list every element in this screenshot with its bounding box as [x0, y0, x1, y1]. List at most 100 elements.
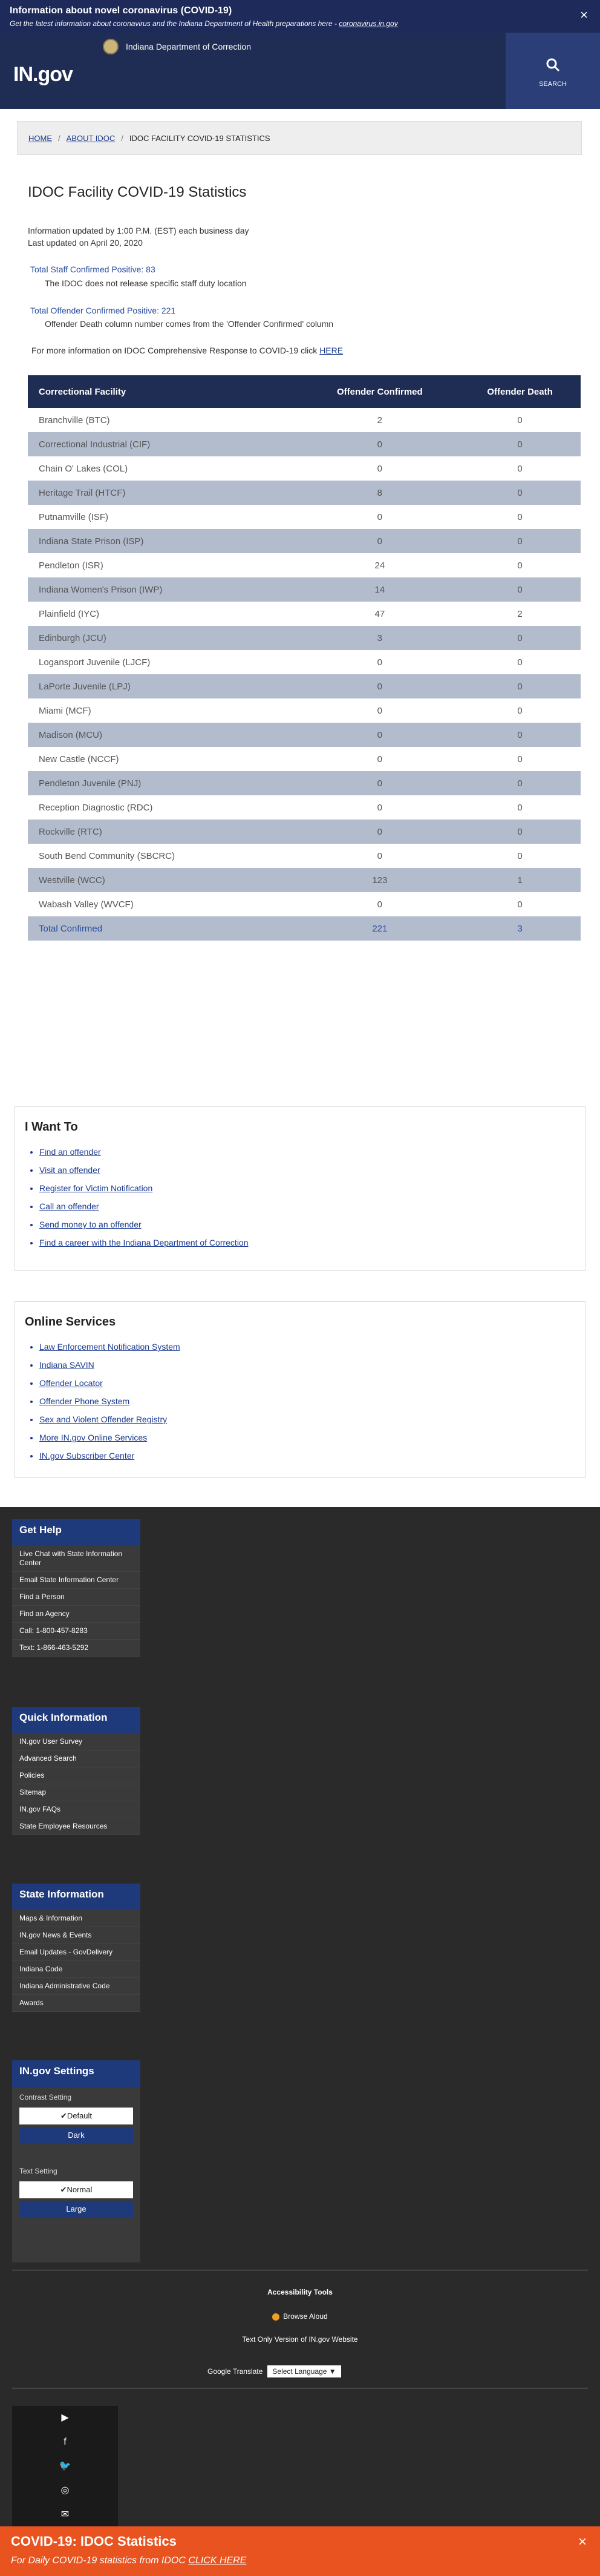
email-icon[interactable]: ✉ [12, 2503, 118, 2527]
footer-link[interactable]: Maps & Information [12, 1910, 140, 1927]
footer-link[interactable]: Email State Information Center [12, 1572, 140, 1589]
table-row: Heritage Trail (HTCF) 8 0 [28, 481, 581, 505]
online-service-link[interactable]: IN.gov Subscriber Center [39, 1451, 134, 1460]
offender-confirmed: 14 [300, 577, 460, 602]
text-only-link[interactable]: Text Only Version of IN.gov Website [0, 2335, 600, 2344]
close-icon[interactable]: × [578, 2534, 587, 2551]
facility-name: Branchville (BTC) [28, 408, 301, 432]
alert-link[interactable]: coronavirus.in.gov [339, 19, 397, 28]
contrast-default-button[interactable]: ✔Default [19, 2108, 133, 2124]
table-row: Plainfield (IYC) 47 2 [28, 602, 581, 626]
i-want-to-link[interactable]: Find an offender [39, 1147, 101, 1157]
footer-link[interactable]: Email Updates - GovDelivery [12, 1944, 140, 1961]
footer-link[interactable]: Indiana Code [12, 1961, 140, 1978]
total-cell: Total Confirmed [28, 916, 301, 941]
accessibility-title: Accessibility Tools [267, 2288, 333, 2296]
instagram-icon[interactable]: ◎ [12, 2479, 118, 2503]
contrast-dark-button[interactable]: Dark [19, 2127, 133, 2144]
banner-link[interactable]: CLICK HERE [188, 2555, 246, 2566]
list-item: Send money to an offender [39, 1215, 575, 1234]
list-item: Find a career with the Indiana Departmen… [39, 1234, 575, 1252]
footer-link[interactable]: State Employee Resources [12, 1818, 140, 1835]
online-service-link[interactable]: Indiana SAVIN [39, 1360, 94, 1370]
i-want-to-link[interactable]: Send money to an offender [39, 1220, 142, 1229]
card-title: Online Services [25, 1315, 116, 1329]
staff-note: The IDOC does not release specific staff… [45, 278, 247, 288]
youtube-icon[interactable]: ▶ [12, 2406, 118, 2430]
language-select[interactable]: Select Language ▼ [267, 2365, 341, 2377]
close-icon[interactable]: × [580, 7, 588, 23]
offender-death: 0 [459, 795, 581, 820]
table-row: Putnamville (ISF) 0 0 [28, 505, 581, 529]
table-row: South Bend Community (SBCRC) 0 0 [28, 844, 581, 868]
footer-link[interactable]: Advanced Search [12, 1750, 140, 1767]
online-service-link[interactable]: Offender Locator [39, 1378, 103, 1388]
settings-section: IN.gov Settings Contrast Setting ✔Defaul… [12, 2060, 140, 2262]
offender-death: 0 [459, 747, 581, 771]
facility-name: South Bend Community (SBCRC) [28, 844, 301, 868]
online-service-link[interactable]: Sex and Violent Offender Registry [39, 1414, 167, 1424]
offender-confirmed: 0 [300, 674, 460, 698]
offender-confirmed: 0 [300, 529, 460, 553]
online-service-link[interactable]: Law Enforcement Notification System [39, 1342, 180, 1352]
text-large-button[interactable]: Large [19, 2201, 133, 2218]
facebook-icon[interactable]: f [12, 2430, 118, 2454]
browse-aloud-link[interactable]: Browse Aloud [0, 2312, 600, 2321]
column-header: Offender Death [459, 375, 581, 408]
i-want-to-link[interactable]: Find a career with the Indiana Departmen… [39, 1238, 249, 1247]
offender-confirmed: 0 [300, 747, 460, 771]
footer-link[interactable]: Indiana Administrative Code [12, 1978, 140, 1995]
twitter-icon[interactable]: 🐦 [12, 2454, 118, 2479]
online-service-link[interactable]: More IN.gov Online Services [39, 1433, 147, 1442]
facility-name: Madison (MCU) [28, 723, 301, 747]
facility-name: Westville (WCC) [28, 868, 301, 892]
offender-confirmed: 0 [300, 820, 460, 844]
footer-link[interactable]: Sitemap [12, 1784, 140, 1801]
text-normal-button[interactable]: ✔Normal [19, 2181, 133, 2198]
breadcrumb: HOME / ABOUT IDOC / IDOC FACILITY COVID-… [17, 121, 582, 155]
ingov-logo[interactable]: IN.gov [13, 63, 73, 87]
offender-confirmed: 2 [300, 408, 460, 432]
facility-name: Rockville (RTC) [28, 820, 301, 844]
more-info-link[interactable]: HERE [319, 346, 343, 355]
online-service-link[interactable]: Offender Phone System [39, 1396, 129, 1406]
agency-name[interactable]: Indiana Department of Correction [103, 39, 251, 54]
list-item: More IN.gov Online Services [39, 1428, 575, 1447]
footer-link[interactable]: Live Chat with State Information Center [12, 1546, 140, 1572]
facility-name: LaPorte Juvenile (LPJ) [28, 674, 301, 698]
footer-link[interactable]: IN.gov FAQs [12, 1801, 140, 1818]
footer-link[interactable]: Text: 1-866-463-5292 [12, 1640, 140, 1657]
search-button[interactable]: SEARCH [506, 33, 600, 109]
breadcrumb-about[interactable]: ABOUT IDOC [67, 134, 116, 143]
footer-link[interactable]: Find a Person [12, 1589, 140, 1606]
more-info: For more information on IDOC Comprehensi… [31, 346, 344, 355]
footer-link[interactable]: Policies [12, 1767, 140, 1784]
i-want-to-link[interactable]: Register for Victim Notification [39, 1183, 152, 1193]
list-item: Find an offender [39, 1143, 575, 1161]
covid-alert-banner: Information about novel coronavirus (COV… [0, 0, 600, 33]
list-item: IN.gov Subscriber Center [39, 1447, 575, 1465]
facility-name: Pendleton Juvenile (PNJ) [28, 771, 301, 795]
footer-link[interactable]: Call: 1-800-457-8283 [12, 1623, 140, 1640]
i-want-to-link[interactable]: Call an offender [39, 1201, 99, 1211]
browse-aloud-icon [272, 2313, 280, 2321]
table-row: Chain O' Lakes (COL) 0 0 [28, 456, 581, 481]
facility-name: Indiana State Prison (ISP) [28, 529, 301, 553]
i-want-to-list: Find an offender Visit an offender Registe… [25, 1143, 575, 1252]
offender-death: 0 [459, 723, 581, 747]
table-row: Pendleton (ISR) 24 0 [28, 553, 581, 577]
offender-confirmed: 0 [300, 432, 460, 456]
social-links: ▶ f 🐦 ◎ ✉ [12, 2406, 118, 2527]
table-row: LaPorte Juvenile (LPJ) 0 0 [28, 674, 581, 698]
footer-link[interactable]: IN.gov User Survey [12, 1733, 140, 1750]
breadcrumb-home[interactable]: HOME [28, 134, 52, 143]
footer-link[interactable]: Find an Agency [12, 1606, 140, 1623]
staff-positive: Total Staff Confirmed Positive: 83 [30, 264, 155, 274]
footer-link[interactable]: IN.gov News & Events [12, 1927, 140, 1944]
i-want-to-link[interactable]: Visit an offender [39, 1165, 100, 1175]
facility-name: Logansport Juvenile (LJCF) [28, 650, 301, 674]
facility-name: Reception Diagnostic (RDC) [28, 795, 301, 820]
facility-name: Chain O' Lakes (COL) [28, 456, 301, 481]
footer-link[interactable]: Awards [12, 1995, 140, 2012]
section-title: State Information [12, 1884, 140, 1910]
